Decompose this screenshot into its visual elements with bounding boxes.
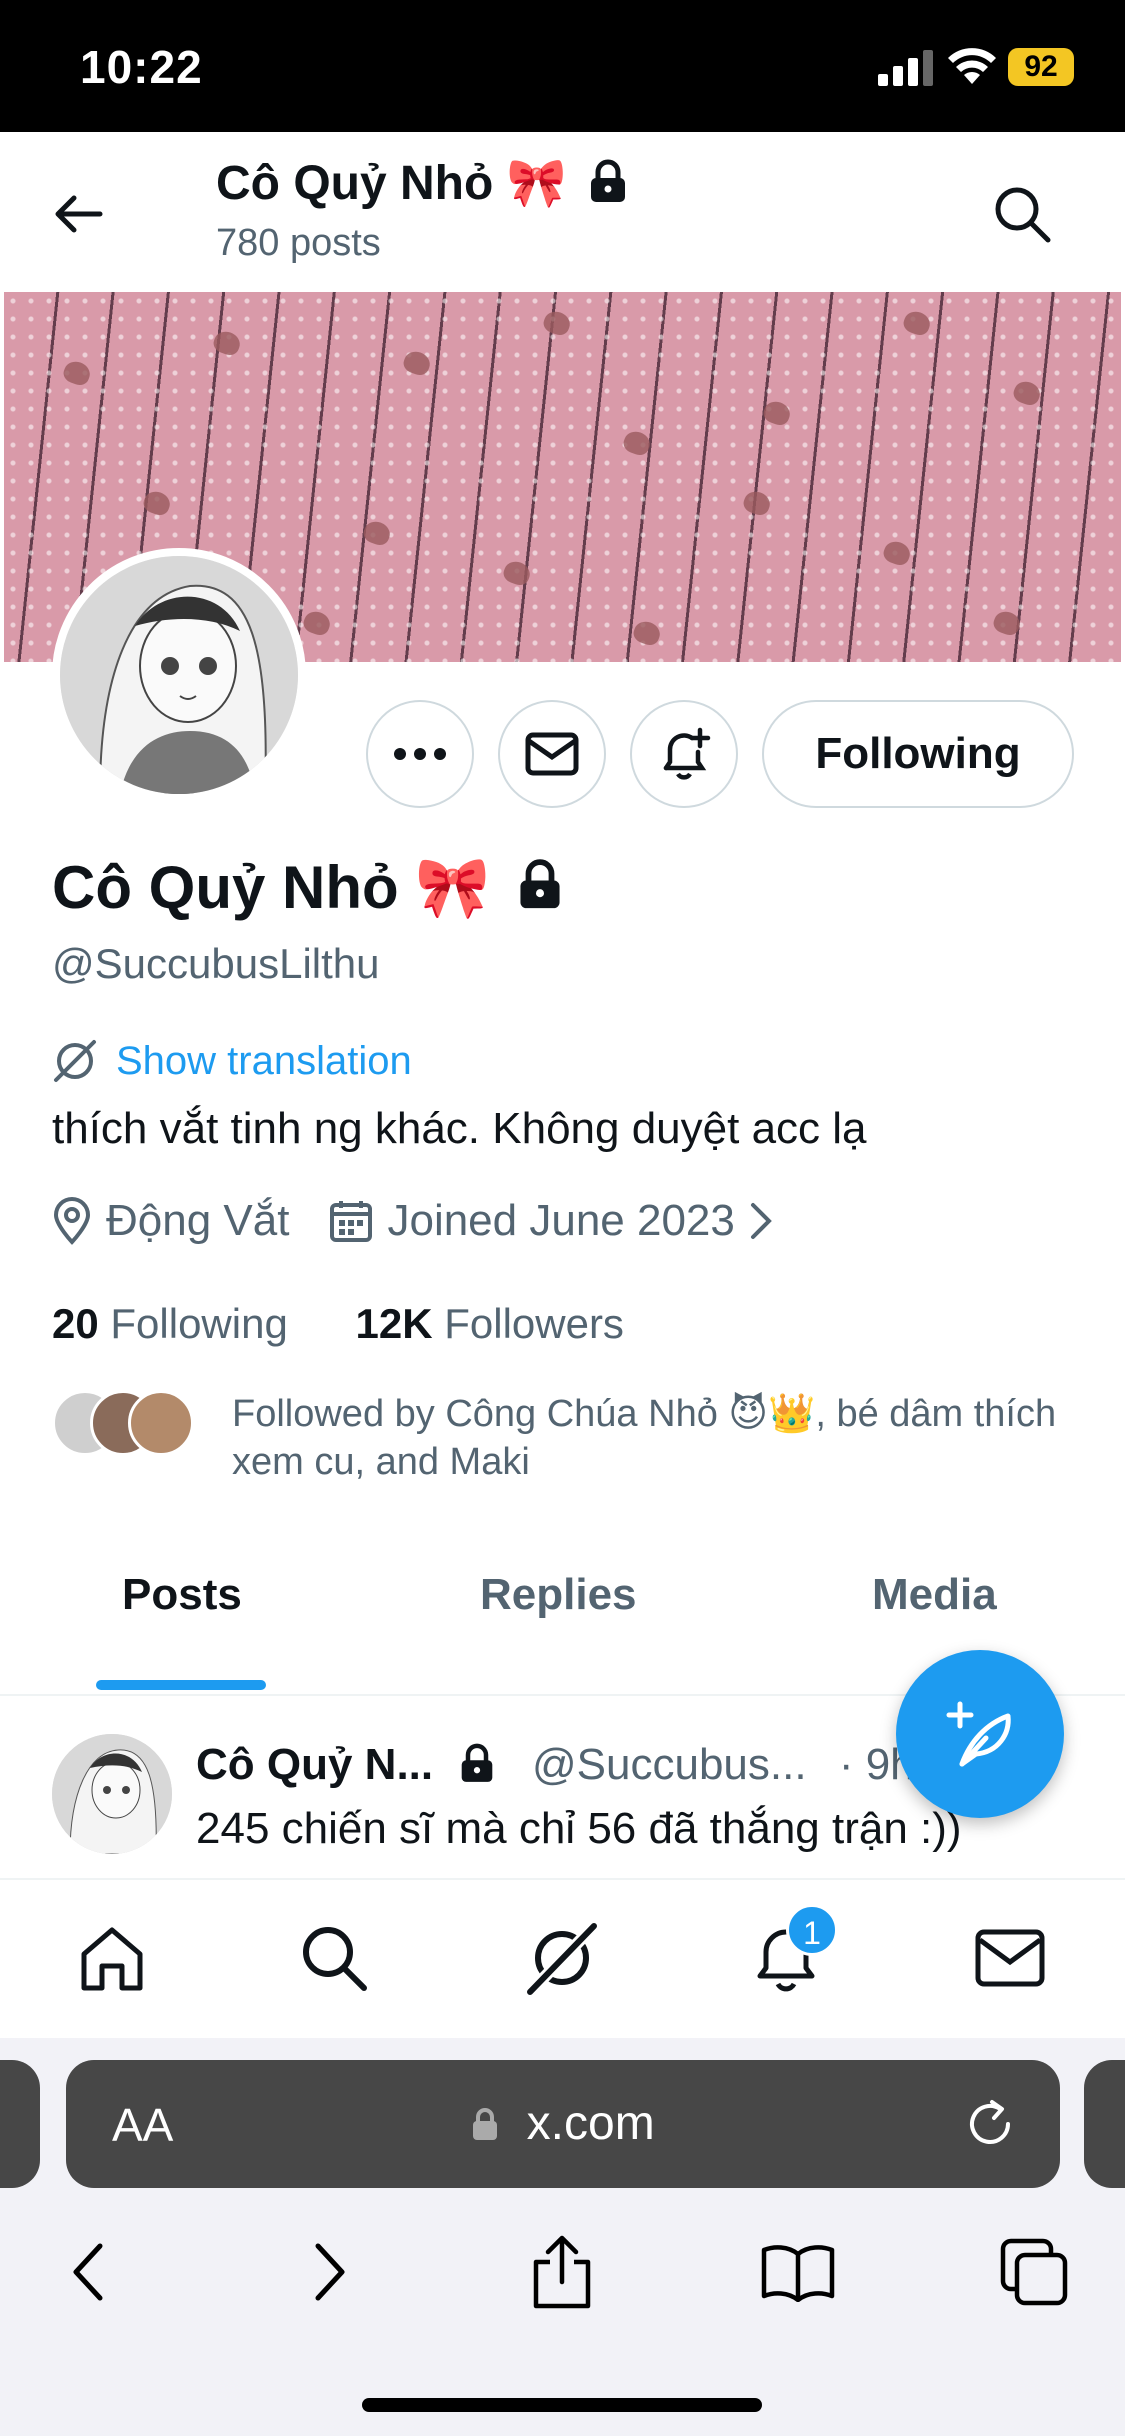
calendar-icon — [330, 1201, 373, 1242]
active-tab-indicator — [96, 1680, 266, 1690]
envelope-icon — [525, 732, 579, 776]
post-text: 245 chiến sĩ mà chỉ 56 đã thắng trận :)) — [196, 1804, 962, 1853]
cellular-signal-icon — [878, 50, 933, 86]
compose-feather-icon — [946, 1701, 1011, 1767]
share-icon — [533, 2235, 591, 2309]
tabs-icon — [1000, 2238, 1068, 2306]
profile-meta: Động Vắt Joined June 2023 — [52, 1196, 813, 1246]
message-button[interactable] — [498, 700, 606, 808]
avatar-illustration — [60, 556, 298, 794]
followers-label: Followers — [444, 1300, 624, 1347]
bottom-navigation: 1 — [0, 1878, 1125, 2038]
lock-icon — [473, 2108, 498, 2140]
followers-count-link[interactable]: 12K Followers — [355, 1300, 623, 1347]
chevron-right-icon — [750, 1203, 772, 1239]
browser-forward-button[interactable] — [290, 2232, 370, 2312]
lock-icon — [462, 1743, 493, 1782]
battery-indicator: 92 — [1008, 48, 1074, 86]
search-icon — [303, 1927, 367, 1991]
more-horizontal-icon — [394, 748, 446, 760]
url-text-container: x.com — [66, 2096, 1060, 2151]
joined-text: Joined June 2023 — [387, 1196, 735, 1245]
status-time: 10:22 — [80, 41, 203, 93]
following-count-link[interactable]: 20 Following — [52, 1300, 288, 1347]
chevron-right-icon — [315, 2243, 345, 2301]
chevron-left-icon — [73, 2243, 103, 2301]
book-icon — [761, 2245, 835, 2302]
nav-home[interactable] — [70, 1916, 154, 2000]
post-author[interactable]: Cô Quỷ N... — [196, 1740, 495, 1790]
header-name: Cô Quỷ Nhỏ 🎀 — [216, 157, 567, 210]
followed-by-text: Followed by Công Chúa Nhỏ 😈👑, bé dâm thí… — [232, 1393, 1057, 1483]
bell-plus-icon — [663, 727, 711, 780]
show-translation-link[interactable]: Show translation — [52, 1038, 412, 1084]
followers-count: 12K — [355, 1300, 433, 1347]
display-name: Cô Quỷ Nhỏ 🎀 — [52, 852, 563, 923]
home-icon — [81, 1927, 143, 1991]
display-name-text: Cô Quỷ Nhỏ 🎀 — [52, 854, 491, 921]
post-meta: @Succubus... · 9h — [532, 1740, 915, 1790]
next-tab-preview[interactable] — [1084, 2060, 1125, 2188]
nav-grok[interactable] — [520, 1916, 604, 2000]
notifications-badge: 1 — [786, 1904, 838, 1956]
post-avatar-illustration — [52, 1734, 172, 1854]
post-avatar[interactable] — [52, 1734, 172, 1854]
tabs-button[interactable] — [994, 2232, 1074, 2312]
wifi-icon — [948, 48, 996, 84]
envelope-icon — [975, 1929, 1045, 1987]
location-pin-icon — [53, 1197, 91, 1245]
browser-back-button[interactable] — [48, 2232, 128, 2312]
nav-messages[interactable] — [968, 1916, 1052, 2000]
lock-icon — [520, 859, 560, 909]
post-author-name: Cô Quỷ N... — [196, 1740, 434, 1789]
search-icon[interactable] — [990, 182, 1054, 246]
post-handle: @Succubus... — [532, 1740, 807, 1789]
url-text: x.com — [526, 2097, 655, 2150]
more-options-button[interactable] — [366, 700, 474, 808]
posts-count: 780 posts — [216, 222, 381, 264]
profile-avatar[interactable] — [52, 548, 306, 802]
nav-search[interactable] — [292, 1916, 376, 2000]
following-button[interactable]: Following — [762, 700, 1074, 808]
share-button[interactable] — [522, 2232, 602, 2312]
location-text: Động Vắt — [106, 1196, 290, 1245]
lock-icon — [590, 159, 625, 202]
profile-bio: thích vắt tinh ng khác. Không duyệt acc … — [52, 1104, 867, 1153]
status-bar: 10:22 92 — [0, 0, 1125, 132]
following-label: Following — [110, 1300, 288, 1347]
following-count: 20 — [52, 1300, 99, 1347]
tab-replies[interactable]: Replies — [480, 1570, 637, 1620]
reload-icon[interactable] — [962, 2096, 1018, 2152]
follow-counts: 20 Following 12K Followers — [52, 1300, 680, 1348]
joined-date[interactable]: Joined June 2023 — [329, 1196, 772, 1246]
show-translation-label: Show translation — [116, 1038, 412, 1083]
grok-icon — [525, 1921, 599, 1996]
compose-post-button[interactable] — [896, 1650, 1064, 1818]
translate-icon — [54, 1040, 96, 1082]
previous-tab-preview[interactable] — [0, 2060, 40, 2188]
notifications-subscribe-button[interactable] — [630, 700, 738, 808]
follower-avatar — [128, 1390, 194, 1456]
tab-posts[interactable]: Posts — [122, 1570, 242, 1620]
location: Động Vắt — [52, 1196, 289, 1246]
profile-header: Cô Quỷ Nhỏ 🎀 780 posts — [0, 132, 1125, 292]
header-title: Cô Quỷ Nhỏ 🎀 — [216, 154, 628, 211]
browser-toolbar: AA x.com — [0, 2038, 1125, 2436]
address-bar[interactable]: AA x.com — [66, 2060, 1060, 2188]
home-indicator — [362, 2398, 762, 2412]
bookmarks-button[interactable] — [758, 2232, 838, 2312]
profile-handle: @SuccubusLilthu — [52, 940, 380, 987]
tab-media[interactable]: Media — [872, 1570, 997, 1620]
back-arrow-icon[interactable] — [48, 184, 108, 244]
